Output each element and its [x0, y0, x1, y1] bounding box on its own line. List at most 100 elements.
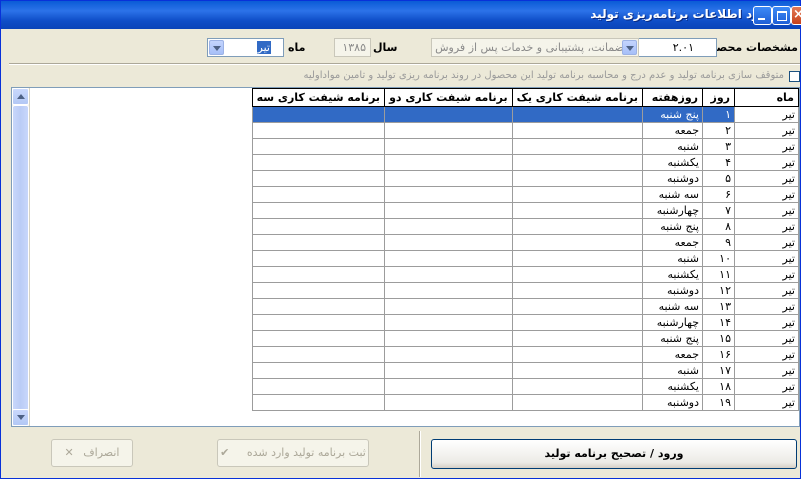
day-cell[interactable]: ۱۵ [702, 330, 735, 347]
shift2-cell[interactable] [384, 378, 513, 395]
weekday-cell[interactable]: پنج شنبه [642, 218, 703, 235]
day-cell[interactable]: ۶ [702, 186, 735, 203]
year-field[interactable]: ۱۳۸۵ [334, 38, 371, 57]
day-cell[interactable]: ۱۶ [702, 346, 735, 363]
table-row[interactable]: تیر ۳ شنبه [251, 138, 799, 155]
shift1-cell[interactable] [511, 266, 644, 283]
table-row[interactable]: تیر ۷ چهارشنبه [251, 202, 799, 219]
day-cell[interactable]: ۴ [702, 154, 735, 171]
shift2-cell[interactable] [384, 394, 513, 411]
shift3-cell[interactable] [251, 106, 386, 123]
col-header-shift3[interactable]: برنامه شیفت کاری سه [251, 88, 386, 107]
weekday-cell[interactable]: شنبه [642, 138, 703, 155]
month-cell[interactable]: تیر [734, 234, 799, 251]
col-header-weekday[interactable]: روزهفته [642, 88, 703, 107]
day-cell[interactable]: ۲ [702, 122, 735, 139]
shift1-cell[interactable] [511, 282, 644, 299]
shift2-cell[interactable] [384, 218, 513, 235]
shift3-cell[interactable] [251, 298, 386, 315]
col-header-day[interactable]: روز [702, 88, 735, 107]
chevron-down-icon[interactable] [209, 40, 224, 55]
shift3-cell[interactable] [251, 170, 386, 187]
table-row[interactable]: تیر ۵ دوشنبه [251, 170, 799, 187]
day-cell[interactable]: ۹ [702, 234, 735, 251]
day-cell[interactable]: ۱۳ [702, 298, 735, 315]
close-button[interactable] [791, 6, 801, 25]
weekday-cell[interactable]: جمعه [642, 234, 703, 251]
shift3-cell[interactable] [251, 266, 386, 283]
shift3-cell[interactable] [251, 218, 386, 235]
cancel-button[interactable]: انصراف ✕ [51, 439, 133, 467]
vertical-scrollbar[interactable] [12, 88, 30, 426]
month-cell[interactable]: تیر [734, 282, 799, 299]
day-cell[interactable]: ۱۰ [702, 250, 735, 267]
shift2-cell[interactable] [384, 202, 513, 219]
table-row[interactable]: تیر ۱۵ پنج شنبه [251, 330, 799, 347]
weekday-cell[interactable]: پنج شنبه [642, 330, 703, 347]
shift2-cell[interactable] [384, 106, 513, 123]
shift3-cell[interactable] [251, 154, 386, 171]
shift3-cell[interactable] [251, 234, 386, 251]
weekday-cell[interactable]: دوشنبه [642, 170, 703, 187]
shift3-cell[interactable] [251, 282, 386, 299]
day-cell[interactable]: ۱۴ [702, 314, 735, 331]
day-cell[interactable]: ۵ [702, 170, 735, 187]
weekday-cell[interactable]: جمعه [642, 122, 703, 139]
month-cell[interactable]: تیر [734, 266, 799, 283]
table-row[interactable]: تیر ۱۷ شنبه [251, 362, 799, 379]
table-row[interactable]: تیر ۱۶ جمعه [251, 346, 799, 363]
title-bar[interactable]: ورود اطلاعات برنامه‌ریزی تولید [1, 1, 801, 29]
shift2-cell[interactable] [384, 266, 513, 283]
shift2-cell[interactable] [384, 298, 513, 315]
shift3-cell[interactable] [251, 138, 386, 155]
product-code-field[interactable]: ۲.۰۱ [637, 38, 717, 57]
chevron-down-icon[interactable] [622, 40, 637, 55]
weekday-cell[interactable]: پنج شنبه [642, 106, 703, 123]
month-cell[interactable]: تیر [734, 106, 799, 123]
save-button[interactable]: ثبت برنامه تولید وارد شده ✔ [217, 439, 369, 467]
weekday-cell[interactable]: یکشنبه [642, 154, 703, 171]
stop-checkbox[interactable] [789, 71, 800, 82]
scroll-up-icon[interactable] [12, 88, 29, 105]
shift1-cell[interactable] [511, 138, 644, 155]
weekday-cell[interactable]: چهارشنبه [642, 314, 703, 331]
shift1-cell[interactable] [511, 170, 644, 187]
shift3-cell[interactable] [251, 250, 386, 267]
col-header-month[interactable]: ماه [734, 88, 799, 107]
weekday-cell[interactable]: سه شنبه [642, 298, 703, 315]
shift1-cell[interactable] [511, 250, 644, 267]
weekday-cell[interactable]: یکشنبه [642, 266, 703, 283]
shift2-cell[interactable] [384, 362, 513, 379]
month-cell[interactable]: تیر [734, 122, 799, 139]
month-cell[interactable]: تیر [734, 394, 799, 411]
shift3-cell[interactable] [251, 314, 386, 331]
weekday-cell[interactable]: شنبه [642, 362, 703, 379]
shift2-cell[interactable] [384, 170, 513, 187]
shift1-cell[interactable] [511, 106, 644, 123]
weekday-cell[interactable]: جمعه [642, 346, 703, 363]
month-cell[interactable]: تیر [734, 250, 799, 267]
month-cell[interactable]: تیر [734, 186, 799, 203]
month-cell[interactable]: تیر [734, 314, 799, 331]
shift2-cell[interactable] [384, 330, 513, 347]
minimize-button[interactable] [753, 6, 772, 25]
table-row[interactable]: تیر ۴ یکشنبه [251, 154, 799, 171]
month-cell[interactable]: تیر [734, 346, 799, 363]
enter-edit-button[interactable]: ورود / تصحیح برنامه تولید [431, 439, 797, 469]
day-cell[interactable]: ۱۲ [702, 282, 735, 299]
shift2-cell[interactable] [384, 314, 513, 331]
shift3-cell[interactable] [251, 362, 386, 379]
shift1-cell[interactable] [511, 186, 644, 203]
maximize-button[interactable] [772, 6, 791, 25]
shift1-cell[interactable] [511, 330, 644, 347]
product-desc-combo[interactable]: ضمانت، پشتیبانی و خدمات پس از فروش [431, 38, 639, 57]
day-cell[interactable]: ۸ [702, 218, 735, 235]
col-header-shift2[interactable]: برنامه شیفت کاری دو [384, 88, 513, 107]
weekday-cell[interactable]: دوشنبه [642, 394, 703, 411]
shift2-cell[interactable] [384, 250, 513, 267]
table-row[interactable]: تیر ۹ جمعه [251, 234, 799, 251]
weekday-cell[interactable]: دوشنبه [642, 282, 703, 299]
shift1-cell[interactable] [511, 202, 644, 219]
shift2-cell[interactable] [384, 138, 513, 155]
shift3-cell[interactable] [251, 394, 386, 411]
